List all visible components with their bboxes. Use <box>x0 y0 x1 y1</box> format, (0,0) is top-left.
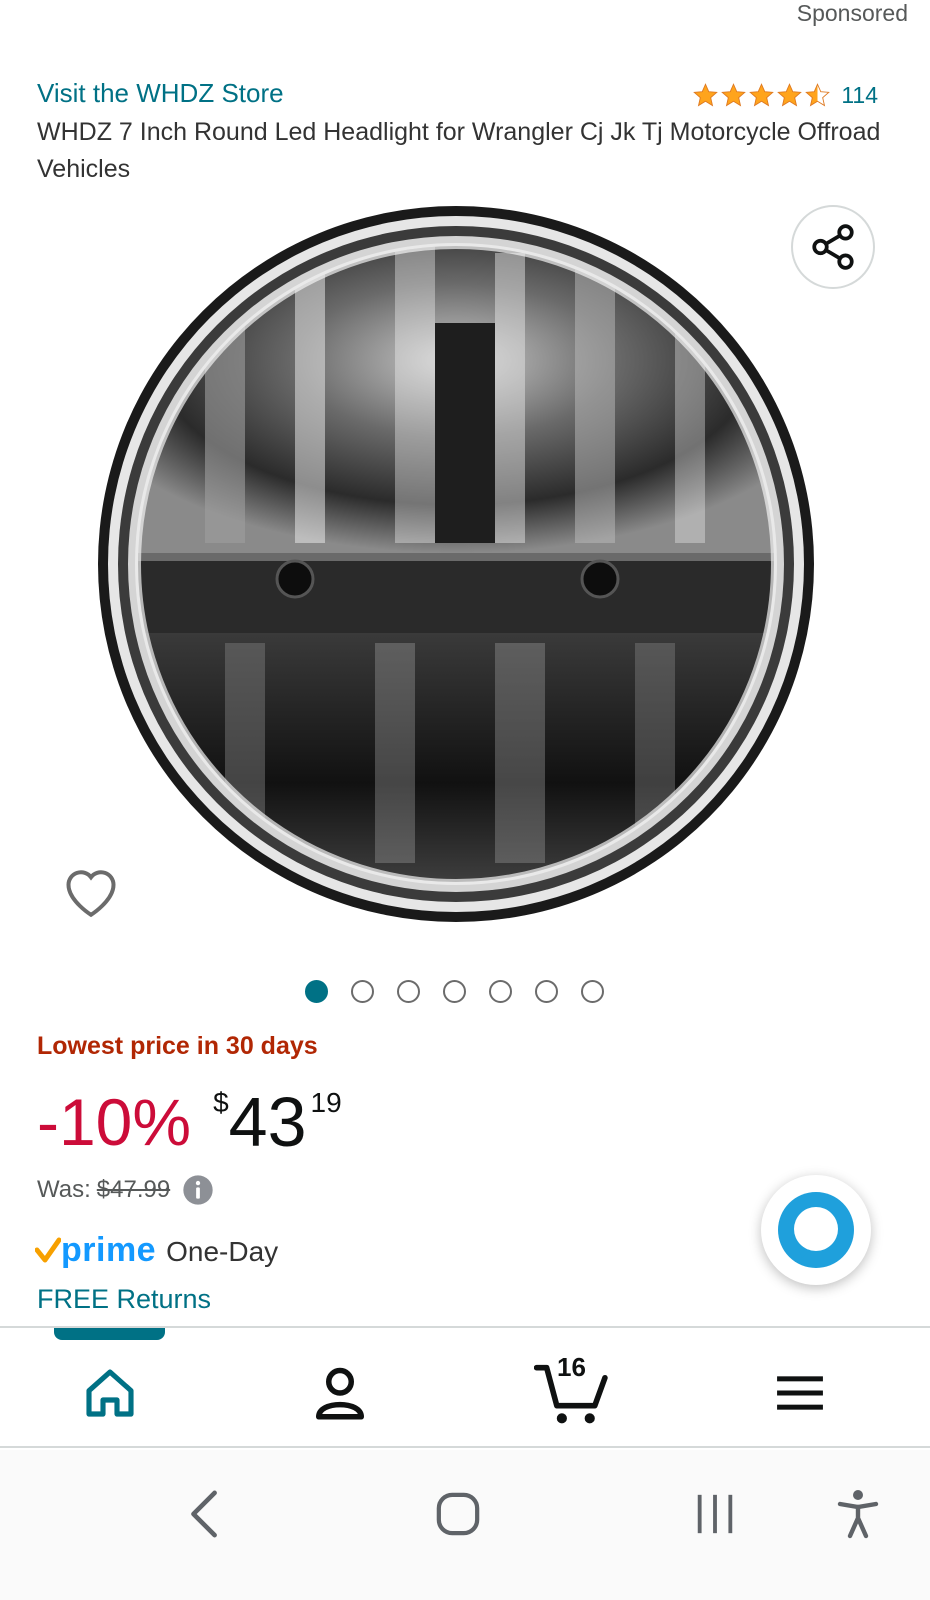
accessibility-icon <box>837 1490 879 1539</box>
prime-word: prime <box>61 1231 157 1269</box>
system-back-button[interactable] <box>175 1484 235 1544</box>
store-link[interactable]: Visit the WHDZ Store <box>37 78 284 109</box>
nav-home[interactable] <box>75 1358 145 1428</box>
system-nav-bar <box>0 1450 930 1600</box>
free-returns-link[interactable]: FREE Returns <box>37 1284 211 1315</box>
gallery-dot[interactable] <box>489 980 512 1003</box>
hamburger-menu-icon <box>777 1376 823 1410</box>
system-accessibility-button[interactable] <box>828 1484 888 1544</box>
star-full-icon <box>777 83 803 107</box>
heart-icon <box>66 870 116 918</box>
price-whole: 43 <box>228 1083 307 1161</box>
system-home-button[interactable] <box>428 1484 488 1544</box>
rating-count[interactable]: 114 <box>841 82 878 109</box>
system-recents-button[interactable] <box>685 1484 745 1544</box>
active-tab-indicator <box>54 1328 165 1340</box>
was-price-row: Was: $47.99 <box>37 1174 214 1206</box>
discount-percent: -10% <box>37 1085 192 1159</box>
nav-cart[interactable]: 16 <box>527 1352 617 1428</box>
rating[interactable]: 114 <box>692 82 878 109</box>
wishlist-button[interactable] <box>58 858 124 924</box>
share-button[interactable] <box>791 205 875 289</box>
star-rating <box>692 82 831 109</box>
gallery-dots <box>305 980 604 1003</box>
gallery-dot[interactable] <box>581 980 604 1003</box>
price: $ 43 19 <box>213 1082 342 1162</box>
star-full-icon <box>721 83 747 107</box>
alexa-button[interactable] <box>761 1175 871 1285</box>
gallery-dot[interactable] <box>351 980 374 1003</box>
prime-check-icon <box>35 1237 61 1263</box>
bottom-nav: 16 <box>0 1326 930 1448</box>
price-row: -10% $ 43 19 <box>37 1082 342 1162</box>
nav-menu[interactable] <box>765 1358 835 1428</box>
recents-icon <box>697 1494 733 1534</box>
home-rounded-square-icon <box>436 1492 480 1536</box>
gallery-dot[interactable] <box>305 980 328 1003</box>
gallery-dot[interactable] <box>535 980 558 1003</box>
star-full-icon <box>693 83 719 107</box>
price-fraction: 19 <box>310 1087 342 1118</box>
sponsored-label: Sponsored <box>796 0 908 26</box>
home-icon <box>86 1369 134 1417</box>
prime-speed: One-Day <box>166 1236 279 1267</box>
deal-label: Lowest price in 30 days <box>37 1032 318 1060</box>
product-title: WHDZ 7 Inch Round Led Headlight for Wran… <box>37 118 881 183</box>
chevron-left-icon <box>191 1490 217 1538</box>
was-label: Was: <box>37 1176 91 1203</box>
star-full-icon <box>749 83 775 107</box>
price-symbol: $ <box>213 1087 229 1118</box>
share-icon <box>812 224 854 270</box>
alexa-icon <box>778 1192 854 1268</box>
info-icon[interactable] <box>182 1174 214 1206</box>
was-price: $47.99 <box>96 1176 171 1203</box>
nav-account[interactable] <box>305 1358 375 1428</box>
prime-row: prime One-Day <box>35 1230 278 1270</box>
star-half-icon <box>805 83 831 107</box>
prime-logo: prime <box>35 1230 156 1270</box>
product-image[interactable] <box>95 203 817 925</box>
cart-count: 16 <box>557 1352 586 1382</box>
gallery-dot[interactable] <box>397 980 420 1003</box>
gallery-dot[interactable] <box>443 980 466 1003</box>
person-icon <box>316 1367 364 1420</box>
